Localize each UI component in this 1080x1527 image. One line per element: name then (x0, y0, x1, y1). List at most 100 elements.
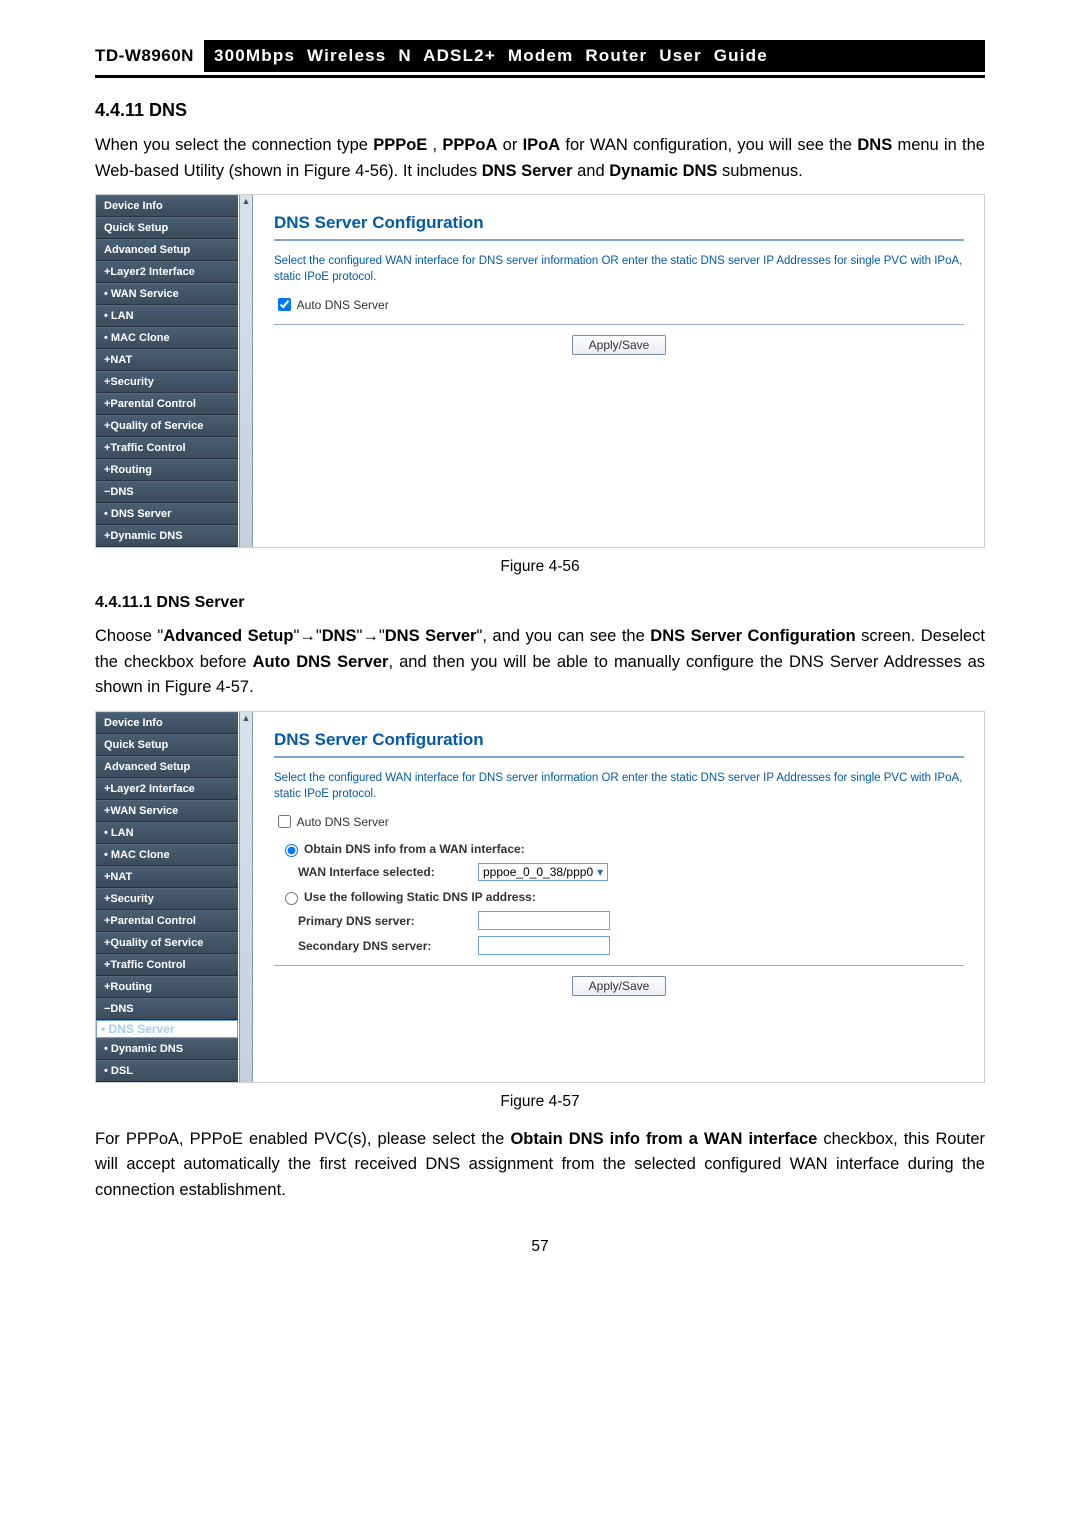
text-bold: Auto DNS Server (253, 653, 389, 671)
sidebar-item-routing[interactable]: +Routing (96, 459, 238, 481)
apply-save-button[interactable]: Apply/Save (572, 976, 667, 996)
page-number: 57 (95, 1238, 985, 1256)
sidebar-item-label: +Parental Control (104, 915, 196, 927)
sidebar-item-device-info[interactable]: Device Info (96, 195, 238, 217)
intro-paragraph: When you select the connection type PPPo… (95, 133, 985, 184)
sidebar-item-security[interactable]: +Security (96, 888, 238, 910)
sidebar-item-label: • LAN (104, 310, 134, 322)
sidebar-item-label: +NAT (104, 871, 132, 883)
sidebar-item-lan[interactable]: • LAN (96, 305, 238, 327)
sidebar-item-label: • LAN (104, 827, 134, 839)
sidebar-item-traffic[interactable]: +Traffic Control (96, 437, 238, 459)
text-bold: DNS Server (482, 162, 573, 180)
auto-dns-checkbox[interactable] (278, 815, 291, 828)
sidebar-nav: ▲ Device Info Quick Setup Advanced Setup… (96, 712, 238, 1082)
doc-title: 300Mbps Wireless N ADSL2+ Modem Router U… (204, 40, 985, 72)
primary-dns-input[interactable] (478, 911, 610, 930)
sidebar-item-advanced-setup[interactable]: Advanced Setup (96, 239, 238, 261)
text: "→" (293, 627, 321, 645)
divider (274, 239, 964, 241)
text-bold: DNS Server (385, 627, 477, 645)
scrollbar[interactable]: ▲ (239, 712, 253, 1082)
text-bold: PPPoE (373, 136, 427, 154)
sidebar-item-label: • Dynamic DNS (104, 1043, 183, 1055)
secondary-dns-label: Secondary DNS server: (298, 939, 478, 953)
sidebar-item-nat[interactable]: +NAT (96, 866, 238, 888)
text: For PPPoA, PPPoE enabled PVC(s), please … (95, 1130, 510, 1148)
subsection-heading: 4.4.11.1 DNS Server (95, 594, 985, 612)
sidebar-item-dns-server[interactable]: • DNS Server (96, 1020, 238, 1038)
sidebar-item-dynamic-dns[interactable]: • Dynamic DNS (96, 1038, 238, 1060)
obtain-dns-radio[interactable] (285, 844, 298, 857)
sidebar-item-label: +Security (104, 893, 154, 905)
sidebar-item-label: +Routing (104, 981, 152, 993)
model-number: TD-W8960N (95, 40, 204, 72)
scroll-up-icon[interactable]: ▲ (240, 195, 252, 207)
sidebar-item-label: +Traffic Control (104, 959, 186, 971)
config-title: DNS Server Configuration (274, 213, 964, 233)
apply-save-button[interactable]: Apply/Save (572, 335, 667, 355)
sidebar-item-wan-service[interactable]: +WAN Service (96, 800, 238, 822)
wan-interface-select[interactable]: pppoe_0_0_38/ppp0▾ (478, 863, 608, 881)
tail-paragraph: For PPPoA, PPPoE enabled PVC(s), please … (95, 1127, 985, 1204)
sub-paragraph: Choose "Advanced Setup"→"DNS"→"DNS Serve… (95, 624, 985, 701)
sidebar-item-label: +WAN Service (104, 805, 178, 817)
sidebar-item-label: • DNS Server (101, 1022, 175, 1036)
sidebar-item-dsl[interactable]: • DSL (96, 1060, 238, 1082)
sidebar-item-quick-setup[interactable]: Quick Setup (96, 217, 238, 239)
figure-caption: Figure 4-57 (95, 1093, 985, 1111)
sidebar-item-label: +Security (104, 376, 154, 388)
text-bold: IPoA (523, 136, 561, 154)
sidebar-item-dns[interactable]: −DNS (96, 998, 238, 1020)
config-description: Select the configured WAN interface for … (274, 770, 964, 802)
text: ", and you can see the (476, 627, 650, 645)
screenshot-fig-4-57: ▲ Device Info Quick Setup Advanced Setup… (95, 711, 985, 1083)
sidebar-item-dns-server[interactable]: • DNS Server (96, 503, 238, 525)
text-bold: Advanced Setup (163, 627, 293, 645)
section-heading: 4.4.11 DNS (95, 100, 985, 121)
primary-dns-row: Primary DNS server: (298, 911, 964, 930)
sidebar-item-dynamic-dns[interactable]: +Dynamic DNS (96, 525, 238, 547)
static-dns-radio[interactable] (285, 892, 298, 905)
sidebar-item-layer2[interactable]: +Layer2 Interface (96, 778, 238, 800)
sidebar-item-quick-setup[interactable]: Quick Setup (96, 734, 238, 756)
sidebar-item-dns[interactable]: −DNS (96, 481, 238, 503)
secondary-dns-input[interactable] (478, 936, 610, 955)
text-bold: Obtain DNS info from a WAN interface (510, 1130, 817, 1148)
sidebar-item-label: • MAC Clone (104, 332, 170, 344)
text: Choose " (95, 627, 163, 645)
scroll-up-icon[interactable]: ▲ (240, 712, 252, 724)
text: submenus. (722, 162, 803, 180)
secondary-dns-row: Secondary DNS server: (298, 936, 964, 955)
sidebar-item-label: Quick Setup (104, 739, 168, 751)
sidebar-item-mac-clone[interactable]: • MAC Clone (96, 327, 238, 349)
sidebar-item-label: +Parental Control (104, 398, 196, 410)
wan-interface-value: pppoe_0_0_38/ppp0 (483, 865, 593, 879)
sidebar-nav: ▲ Device Info Quick Setup Advanced Setup… (96, 195, 238, 547)
sidebar-item-parental[interactable]: +Parental Control (96, 393, 238, 415)
sidebar-item-nat[interactable]: +NAT (96, 349, 238, 371)
sidebar-item-label: +Routing (104, 464, 152, 476)
primary-dns-label: Primary DNS server: (298, 914, 478, 928)
sidebar-item-qos[interactable]: +Quality of Service (96, 932, 238, 954)
sidebar-item-parental[interactable]: +Parental Control (96, 910, 238, 932)
sidebar-item-mac-clone[interactable]: • MAC Clone (96, 844, 238, 866)
sidebar-item-routing[interactable]: +Routing (96, 976, 238, 998)
auto-dns-label: Auto DNS Server (297, 298, 389, 312)
sidebar-item-layer2[interactable]: +Layer2 Interface (96, 261, 238, 283)
auto-dns-row: Auto DNS Server (274, 295, 964, 314)
sidebar-item-wan-service[interactable]: • WAN Service (96, 283, 238, 305)
sidebar-item-label: +Layer2 Interface (104, 266, 195, 278)
sidebar-item-device-info[interactable]: Device Info (96, 712, 238, 734)
config-description: Select the configured WAN interface for … (274, 253, 964, 285)
sidebar-item-traffic[interactable]: +Traffic Control (96, 954, 238, 976)
sidebar-item-lan[interactable]: • LAN (96, 822, 238, 844)
main-pane: DNS Server Configuration Select the conf… (238, 712, 984, 1082)
sidebar-item-label: +Quality of Service (104, 937, 203, 949)
scrollbar[interactable]: ▲ (239, 195, 253, 547)
sidebar-item-advanced-setup[interactable]: Advanced Setup (96, 756, 238, 778)
auto-dns-checkbox[interactable] (278, 298, 291, 311)
figure-caption: Figure 4-56 (95, 558, 985, 576)
sidebar-item-qos[interactable]: +Quality of Service (96, 415, 238, 437)
sidebar-item-security[interactable]: +Security (96, 371, 238, 393)
